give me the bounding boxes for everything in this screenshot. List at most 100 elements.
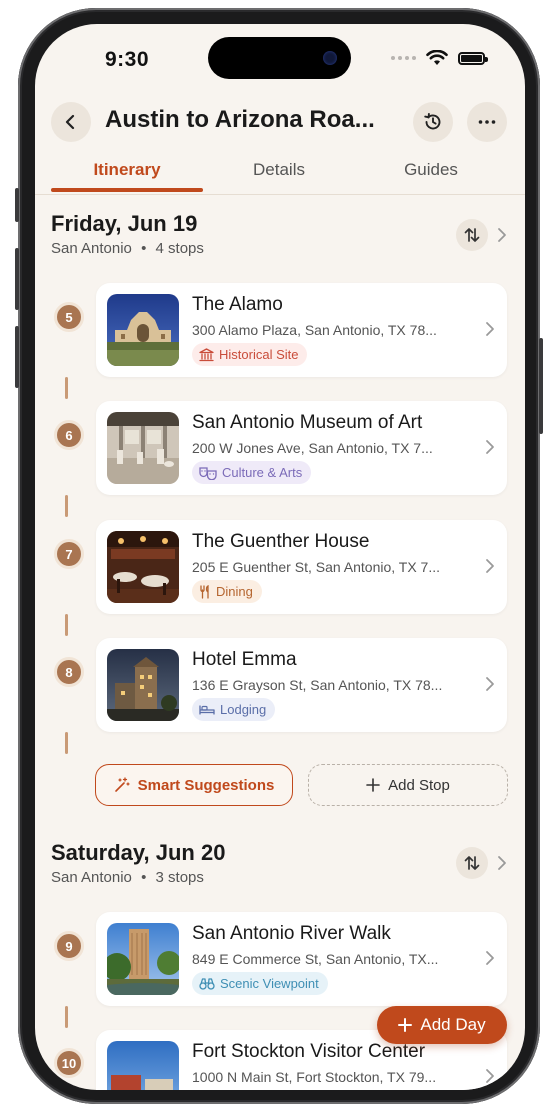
add-day-label: Add Day [420, 1015, 486, 1034]
category-badge: Scenic Viewpoint [192, 972, 328, 995]
volume-up-button [15, 248, 19, 310]
wifi-icon [426, 50, 448, 65]
day-subtitle: San Antonio • 3 stops [51, 869, 204, 886]
stop-name: San Antonio Museum of Art [192, 412, 423, 433]
route-connector [65, 1006, 68, 1028]
app-screen: 9:30 Austin to Arizona Roa... Itinerary [35, 24, 525, 1090]
stop-number: 8 [54, 657, 84, 687]
stop-name: Fort Stockton Visitor Center [192, 1041, 426, 1062]
reorder-button[interactable] [456, 847, 488, 879]
stop-photo [107, 1041, 179, 1090]
dynamic-island [208, 37, 351, 79]
stop-name: The Guenther House [192, 531, 370, 552]
stop-name: San Antonio River Walk [192, 923, 391, 944]
stop-name: Hotel Emma [192, 649, 297, 670]
route-connector [65, 377, 68, 399]
separator-dot: • [141, 869, 147, 886]
chevron-right-icon [486, 677, 494, 691]
category-label: Lodging [220, 702, 267, 717]
swap-vertical-icon [464, 228, 480, 242]
route-connector [65, 495, 68, 517]
history-icon [424, 112, 441, 130]
stop-card[interactable]: Hotel Emma 136 E Grayson St, San Antonio… [96, 638, 507, 732]
tab-details[interactable]: Details [203, 160, 355, 180]
reorder-button[interactable] [456, 219, 488, 251]
category-badge: Lodging [192, 698, 276, 721]
stop-number: 10 [54, 1048, 84, 1078]
category-badge: Historical Site [192, 343, 308, 366]
fork-knife-icon [200, 584, 209, 599]
action-button [15, 188, 19, 222]
status-icons [391, 50, 488, 66]
stop-address: 205 E Guenther St, San Antonio, TX 7... [192, 559, 441, 575]
tab-guides[interactable]: Guides [355, 160, 507, 180]
chevron-right-icon [486, 559, 494, 573]
stop-photo [107, 294, 179, 366]
stop-number: 7 [54, 539, 84, 569]
category-badge: Dining [192, 580, 262, 603]
stop-number: 5 [54, 302, 84, 332]
day-subtitle: San Antonio • 4 stops [51, 240, 204, 257]
stop-photo [107, 531, 179, 603]
bed-icon [199, 704, 215, 715]
stop-card[interactable]: San Antonio Museum of Art 200 W Jones Av… [96, 401, 507, 495]
stop-address: 136 E Grayson St, San Antonio, TX 78... [192, 677, 443, 693]
stop-name: The Alamo [192, 294, 283, 315]
smart-suggestions-button[interactable]: Smart Suggestions [95, 764, 293, 806]
stop-photo [107, 649, 179, 721]
swap-vertical-icon [464, 856, 480, 870]
chevron-right-icon [486, 440, 494, 454]
chevron-right-icon[interactable] [497, 855, 507, 871]
day-city: San Antonio [51, 240, 132, 257]
active-tab-indicator [51, 188, 203, 192]
stop-number: 6 [54, 420, 84, 450]
add-day-button[interactable]: Add Day [377, 1006, 507, 1044]
plus-icon [366, 778, 380, 792]
power-button [539, 338, 543, 434]
day-city: San Antonio [51, 869, 132, 886]
stop-address: 300 Alamo Plaza, San Antonio, TX 78... [192, 322, 437, 338]
stop-address: 1000 N Main St, Fort Stockton, TX 79... [192, 1069, 437, 1085]
day-stop-count: 4 stops [155, 240, 204, 257]
route-connector [65, 614, 68, 636]
add-stop-button[interactable]: Add Stop [308, 764, 508, 806]
page-title: Austin to Arizona Roa... [105, 106, 375, 133]
stop-address: 849 E Commerce St, San Antonio, TX... [192, 951, 439, 967]
back-button[interactable] [51, 102, 91, 142]
smart-suggestions-label: Smart Suggestions [137, 776, 275, 794]
more-icon [478, 120, 496, 124]
history-button[interactable] [413, 102, 453, 142]
category-label: Culture & Arts [222, 465, 303, 480]
magic-wand-icon [114, 777, 130, 792]
divider [35, 194, 525, 195]
signal-icon [391, 56, 416, 60]
stop-photo [107, 923, 179, 995]
separator-dot: • [141, 240, 147, 257]
stop-card[interactable]: The Guenther House 205 E Guenther St, Sa… [96, 520, 507, 614]
chevron-right-icon [486, 1069, 494, 1083]
stop-card[interactable]: San Antonio River Walk 849 E Commerce St… [96, 912, 507, 1006]
day-title: Friday, Jun 19 [51, 211, 198, 236]
chevron-right-icon[interactable] [497, 227, 507, 243]
day-stop-count: 3 stops [155, 869, 204, 886]
category-label: Historical Site [219, 347, 299, 362]
stop-address: 200 W Jones Ave, San Antonio, TX 7... [192, 440, 433, 456]
category-label: Scenic Viewpoint [220, 976, 319, 991]
day-title: Saturday, Jun 20 [51, 840, 226, 865]
stop-photo [107, 412, 179, 484]
tab-itinerary[interactable]: Itinerary [51, 160, 203, 180]
plus-icon [398, 1018, 413, 1032]
theater-masks-icon [199, 466, 217, 480]
chevron-right-icon [486, 322, 494, 336]
category-label: Dining [216, 584, 253, 599]
status-time: 9:30 [105, 48, 150, 71]
battery-icon [458, 51, 488, 65]
stop-card[interactable]: The Alamo 300 Alamo Plaza, San Antonio, … [96, 283, 507, 377]
stop-number: 9 [54, 931, 84, 961]
volume-down-button [15, 326, 19, 388]
category-badge: Culture & Arts [192, 461, 312, 484]
more-button[interactable] [467, 102, 507, 142]
add-stop-label: Add Stop [388, 776, 450, 794]
binoculars-icon [199, 978, 215, 990]
route-connector [65, 732, 68, 754]
